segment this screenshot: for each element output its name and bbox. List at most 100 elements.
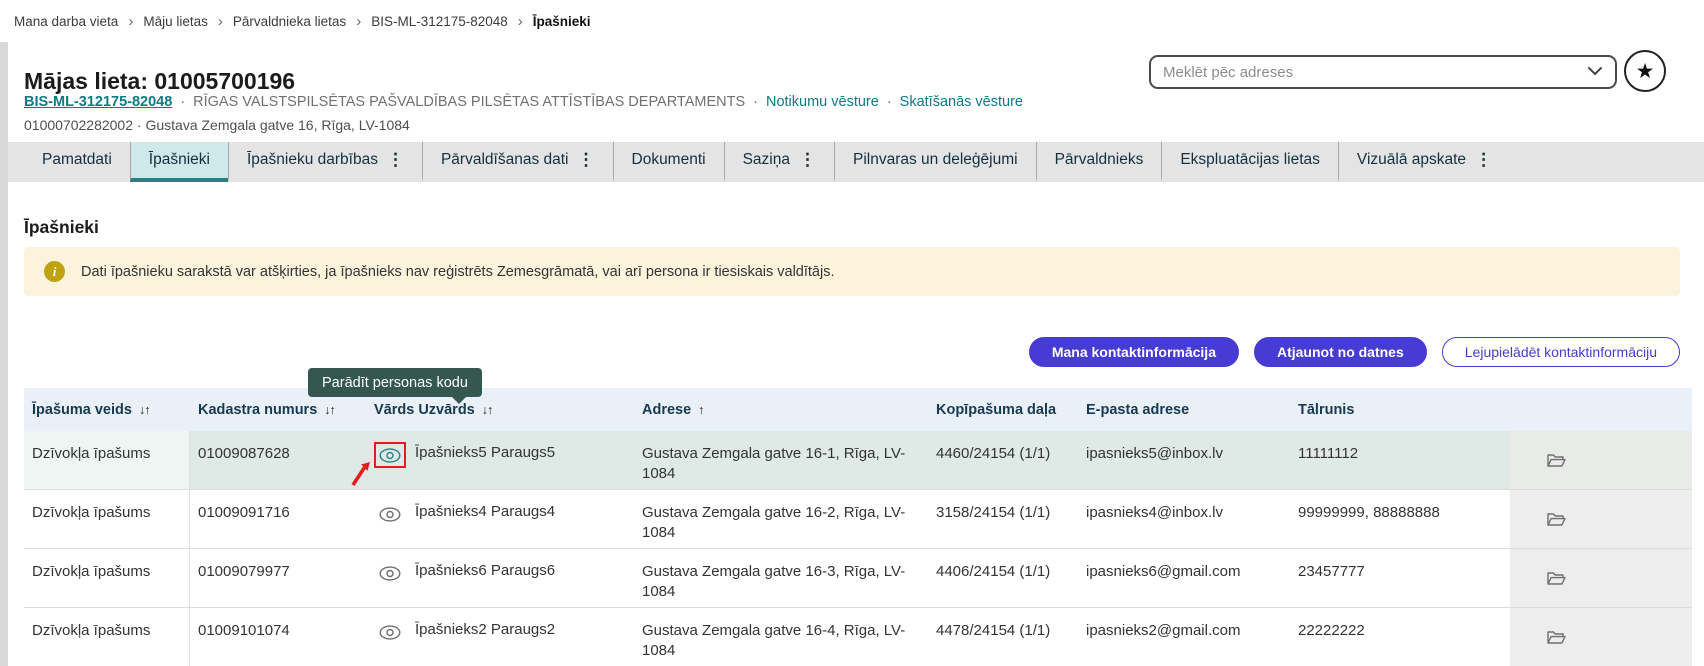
tab-pilnvaras[interactable]: Pilnvaras un deleģējumi: [834, 142, 1036, 182]
meta-dot: ·: [180, 94, 185, 110]
tab-label: Pārvaldīšanas dati: [441, 151, 569, 169]
case-tabs: Pamatdati Īpašnieki Īpašnieku darbības⋮ …: [8, 142, 1704, 182]
cadastre-number: 01000702282002: [24, 117, 133, 133]
cell-address: Gustava Zemgala gatve 16-1, Rīga, LV-108…: [634, 431, 928, 489]
folder-icon: [1546, 511, 1566, 528]
tab-label: Īpašnieku darbības: [247, 151, 378, 169]
kebab-menu-icon[interactable]: ⋮: [578, 150, 595, 170]
tab-label: Saziņa: [743, 151, 790, 169]
breadcrumb-item[interactable]: Māju lietas: [143, 14, 208, 29]
column-label: Kopīpašuma daļa: [936, 402, 1056, 418]
cell-actions: [1510, 608, 1692, 666]
cell-address: Gustava Zemgala gatve 16-4, Rīga, LV-108…: [634, 608, 928, 666]
cell-email: ipasnieks5@inbox.lv: [1078, 431, 1290, 489]
case-meta-line: BIS-ML-312175-82048 · RĪGAS VALSTSPILSĒT…: [24, 94, 1023, 110]
cell-email: ipasnieks6@gmail.com: [1078, 549, 1290, 607]
folder-icon: [1546, 452, 1566, 469]
show-person-code-button[interactable]: [374, 560, 406, 586]
tab-pamatdati[interactable]: Pamatdati: [24, 142, 130, 182]
cell-cadastre: 01009087628: [190, 431, 366, 489]
tab-label: Dokumenti: [632, 151, 706, 169]
show-person-code-button[interactable]: [374, 619, 406, 645]
cell-cadastre: 01009079977: [190, 549, 366, 607]
open-case-folder-button[interactable]: [1546, 629, 1566, 646]
sort-icon: ↓↑: [482, 403, 493, 417]
breadcrumb-current: Īpašnieki: [533, 14, 591, 29]
column-label: Īpašuma veids: [32, 402, 132, 418]
info-banner: i Dati īpašnieku sarakstā var atšķirties…: [24, 247, 1680, 296]
eye-icon: [379, 448, 401, 463]
owner-name: Īpašnieks4 Paraugs4: [415, 501, 555, 522]
cell-property-type: Dzīvokļa īpašums: [24, 549, 190, 607]
kebab-menu-icon[interactable]: ⋮: [1475, 150, 1492, 170]
column-header-address[interactable]: Adrese↑: [634, 388, 928, 431]
tab-vizuala-apskate[interactable]: Vizuālā apskate⋮: [1338, 142, 1510, 182]
tab-ipasnieki[interactable]: Īpašnieki: [130, 142, 228, 182]
column-header-phone: Tālrunis: [1290, 388, 1510, 431]
favorite-star-button[interactable]: ★: [1624, 50, 1666, 92]
cadastre-address-line: 01000702282002 · Gustava Zemgala gatve 1…: [24, 117, 410, 133]
column-header-email: E-pasta adrese: [1078, 388, 1290, 431]
star-icon: ★: [1636, 59, 1655, 84]
open-case-folder-button[interactable]: [1546, 511, 1566, 528]
case-number-link[interactable]: BIS-ML-312175-82048: [24, 94, 172, 110]
cell-property-type: Dzīvokļa īpašums: [24, 431, 190, 489]
meta-dot: ·: [887, 94, 892, 110]
download-contact-info-button[interactable]: Lejupielādēt kontaktinformāciju: [1442, 337, 1680, 367]
cell-cadastre: 01009091716: [190, 490, 366, 548]
events-history-link[interactable]: Notikumu vēsture: [766, 94, 879, 110]
tab-label: Pārvaldnieks: [1055, 151, 1144, 169]
owners-table-header: Īpašuma veids↓↑ Kadastra numurs↓↑ Vārds …: [24, 388, 1692, 431]
open-case-folder-button[interactable]: [1546, 570, 1566, 587]
owners-table: Īpašuma veids↓↑ Kadastra numurs↓↑ Vārds …: [24, 388, 1692, 666]
cell-name: Īpašnieks4 Paraugs4: [366, 490, 634, 548]
sort-icon: ↓↑: [139, 403, 150, 417]
my-contact-info-button[interactable]: Mana kontaktinformācija: [1029, 337, 1239, 367]
address-search-select[interactable]: Meklēt pēc adreses: [1149, 55, 1617, 89]
owner-name: Īpašnieks2 Paraugs2: [415, 619, 555, 640]
meta-dot: ·: [137, 117, 142, 133]
eye-icon: [379, 507, 401, 522]
cell-actions: [1510, 431, 1692, 489]
tab-parvaldnieks[interactable]: Pārvaldnieks: [1036, 142, 1162, 182]
tab-label: Pamatdati: [42, 151, 112, 169]
info-icon: i: [44, 261, 65, 282]
cell-actions: [1510, 549, 1692, 607]
cell-share: 4478/24154 (1/1): [928, 608, 1078, 666]
cell-email: ipasnieks4@inbox.lv: [1078, 490, 1290, 548]
kebab-menu-icon[interactable]: ⋮: [387, 150, 404, 170]
eye-icon: [379, 625, 401, 640]
breadcrumb-item[interactable]: Pārvaldnieka lietas: [233, 14, 346, 29]
column-header-actions: [1510, 388, 1692, 431]
cell-email: ipasnieks2@gmail.com: [1078, 608, 1290, 666]
breadcrumb-item[interactable]: Mana darba vieta: [14, 14, 118, 29]
cell-address: Gustava Zemgala gatve 16-3, Rīga, LV-108…: [634, 549, 928, 607]
kebab-menu-icon[interactable]: ⋮: [799, 150, 816, 170]
breadcrumb-separator: ›: [356, 13, 361, 30]
owner-name: Īpašnieks5 Paraugs5: [415, 442, 555, 463]
house-address: Gustava Zemgala gatve 16, Rīga, LV-1084: [145, 117, 409, 133]
show-person-code-button[interactable]: [374, 501, 406, 527]
page-left-gutter: [0, 42, 8, 666]
sort-icon: ↓↑: [324, 403, 335, 417]
table-row: Dzīvokļa īpašums 01009091716 Īpašnieks4 …: [24, 489, 1692, 548]
tab-dokumenti[interactable]: Dokumenti: [613, 142, 724, 182]
column-header-property-type[interactable]: Īpašuma veids ↓↑: [24, 388, 190, 431]
sort-icon: ↑: [698, 403, 703, 417]
house-case-page: Mana darba vieta › Māju lietas › Pārvald…: [0, 0, 1704, 666]
cell-actions: [1510, 490, 1692, 548]
tab-sazina[interactable]: Saziņa ⋮: [724, 142, 834, 182]
view-history-link[interactable]: Skatīšanās vēsture: [900, 94, 1023, 110]
tab-ekspluatacijas-lietas[interactable]: Ekspluatācijas lietas: [1161, 142, 1338, 182]
tab-label: Ekspluatācijas lietas: [1180, 151, 1320, 169]
open-case-folder-button[interactable]: [1546, 452, 1566, 469]
update-from-file-button[interactable]: Atjaunot no datnes: [1254, 337, 1427, 367]
tab-parvaldisanas-dati[interactable]: Pārvaldīšanas dati ⋮: [422, 142, 613, 182]
breadcrumb-item[interactable]: BIS-ML-312175-82048: [371, 14, 508, 29]
tab-ipasnieku-darbibas[interactable]: Īpašnieku darbības ⋮: [228, 142, 422, 182]
cell-phone: 23457777: [1290, 549, 1510, 607]
tab-label: Īpašnieki: [149, 151, 210, 169]
column-label: Kadastra numurs: [198, 402, 317, 418]
breadcrumb-separator: ›: [518, 13, 523, 30]
show-person-code-button[interactable]: [374, 442, 406, 468]
